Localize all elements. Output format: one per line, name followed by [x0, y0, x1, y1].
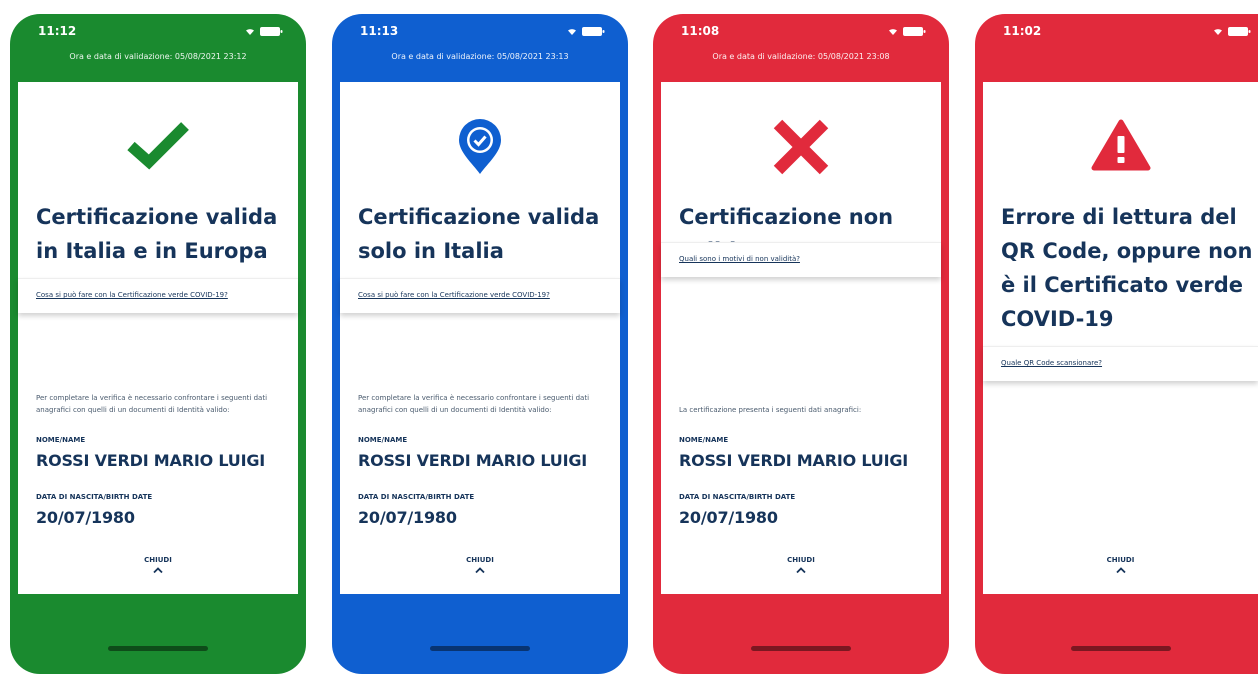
birth-date-value: 20/07/1980 [36, 508, 135, 527]
result-card: Certificazione valida in Italia e in Eur… [18, 82, 298, 594]
birth-date-label: DATA DI NASCITA/BIRTH DATE [679, 493, 796, 501]
name-label: NOME/NAME [36, 436, 86, 444]
name-value: ROSSI VERDI MARIO LUIGI [36, 451, 266, 470]
name-label: NOME/NAME [679, 436, 729, 444]
validation-timestamp: Ora e data di validazione: 05/08/2021 23… [69, 52, 247, 61]
status-bar: 11:13 [332, 14, 628, 48]
birth-date-value: 20/07/1980 [679, 508, 778, 527]
status-bar: 11:02 [975, 14, 1258, 48]
info-link-bar: Quale QR Code scansionare? [983, 346, 1258, 381]
status-time: 11:13 [360, 24, 399, 38]
result-title: Certificazione valida in Italia e in Eur… [36, 205, 278, 263]
check-icon [18, 118, 298, 176]
verification-note: La certificazione presenta i seguenti da… [679, 406, 862, 414]
info-link-bar: Quali sono i motivi di non validità? [661, 242, 941, 277]
status-bar: 11:12 [10, 14, 306, 48]
status-time: 11:08 [681, 24, 720, 38]
info-link-bar: Cosa si può fare con la Certificazione v… [340, 278, 620, 313]
chevron-up-icon[interactable] [661, 566, 941, 576]
status-time: 11:02 [1003, 24, 1042, 38]
wifi-battery-icon [889, 27, 926, 36]
info-link[interactable]: Quali sono i motivi di non validità? [679, 255, 800, 263]
status-bar: 11:08 [653, 14, 949, 48]
validation-timestamp: Ora e data di validazione: 05/08/2021 23… [391, 52, 569, 61]
name-value: ROSSI VERDI MARIO LUIGI [358, 451, 588, 470]
result-title: Errore di lettura del QR Code, oppure no… [1001, 205, 1253, 331]
phone-screen-valid-eu: 11:12 Ora e data di validazione: 05/08/2… [10, 14, 306, 674]
name-value: ROSSI VERDI MARIO LUIGI [679, 451, 909, 470]
status-time: 11:12 [38, 24, 77, 38]
wifi-battery-icon [246, 27, 283, 36]
result-card: Errore di lettura del QR Code, oppure no… [983, 82, 1258, 594]
phone-screen-read-error: 11:02 Errore di lettura del QR Code, opp… [975, 14, 1258, 674]
validation-timestamp: Ora e data di validazione: 05/08/2021 23… [712, 52, 890, 61]
close-button[interactable]: CHIUDI [18, 556, 298, 564]
result-card: Certificazione non valida Quali sono i m… [661, 82, 941, 594]
chevron-up-icon[interactable] [983, 566, 1258, 576]
close-button[interactable]: CHIUDI [661, 556, 941, 564]
verification-note: Per completare la verifica è necessario … [358, 394, 590, 414]
cross-icon [661, 118, 941, 176]
phone-screen-valid-italy: 11:13 Ora e data di validazione: 05/08/2… [332, 14, 628, 674]
wifi-battery-icon [568, 27, 605, 36]
birth-date-label: DATA DI NASCITA/BIRTH DATE [36, 493, 153, 501]
name-label: NOME/NAME [358, 436, 408, 444]
chevron-up-icon[interactable] [18, 566, 298, 576]
wifi-battery-icon [1214, 27, 1251, 36]
result-card: Certificazione valida solo in Italia Cos… [340, 82, 620, 594]
info-link-bar: Cosa si può fare con la Certificazione v… [18, 278, 298, 313]
location-check-icon [340, 118, 620, 176]
warning-icon [983, 118, 1258, 176]
chevron-up-icon[interactable] [340, 566, 620, 576]
info-link[interactable]: Quale QR Code scansionare? [1001, 359, 1102, 367]
birth-date-label: DATA DI NASCITA/BIRTH DATE [358, 493, 475, 501]
phone-screen-not-valid: 11:08 Ora e data di validazione: 05/08/2… [653, 14, 949, 674]
result-title: Certificazione valida solo in Italia [358, 205, 600, 263]
info-link[interactable]: Cosa si può fare con la Certificazione v… [358, 291, 550, 299]
birth-date-value: 20/07/1980 [358, 508, 457, 527]
close-button[interactable]: CHIUDI [983, 556, 1258, 564]
info-link[interactable]: Cosa si può fare con la Certificazione v… [36, 291, 228, 299]
close-button[interactable]: CHIUDI [340, 556, 620, 564]
verification-note: Per completare la verifica è necessario … [36, 394, 268, 414]
